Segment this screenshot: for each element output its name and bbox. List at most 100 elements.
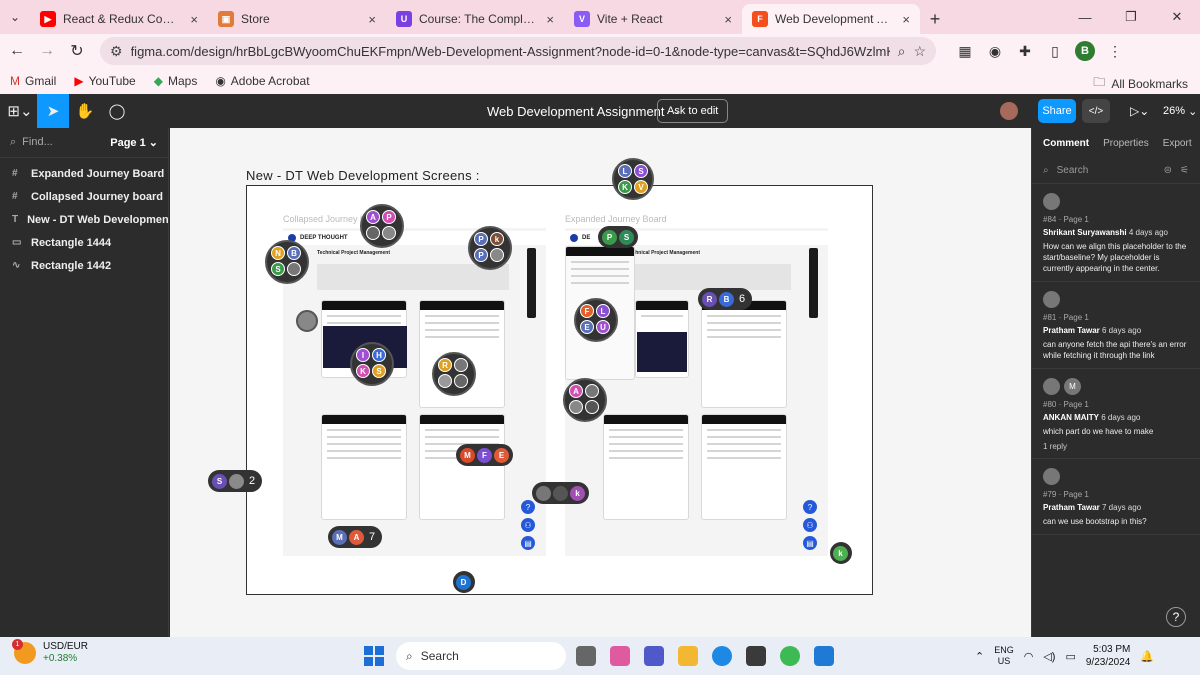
layer-item[interactable]: ∿ Rectangle 1442 [0, 254, 168, 277]
clock[interactable]: 5:03 PM 9/23/2024 [1086, 643, 1131, 669]
extension-icon-2[interactable]: ◉ [980, 36, 1010, 66]
wifi-icon[interactable]: ◠ [1024, 650, 1034, 663]
minimize-icon[interactable]: — [1062, 0, 1108, 34]
comment-pill[interactable]: RB6 [698, 288, 753, 310]
tab-comment[interactable]: Comment [1043, 138, 1089, 149]
page-selector[interactable]: Page 1 ⌄ [110, 136, 158, 149]
menu-kebab-icon[interactable]: ⋮ [1100, 36, 1130, 66]
back-icon[interactable]: ← [2, 36, 32, 66]
comment-thread[interactable]: #79 · Page 1 Pratham Tawar 7 days ago can … [1032, 459, 1200, 535]
comment-tool-icon[interactable]: ◯ [101, 94, 133, 128]
comment-pin[interactable] [296, 310, 318, 332]
close-tab-icon[interactable]: × [724, 12, 732, 27]
comment-pin-single[interactable]: D [453, 571, 475, 593]
layer-item[interactable]: ▭ Rectangle 1444 [0, 231, 168, 254]
close-tab-icon[interactable]: × [368, 12, 376, 27]
ask-to-edit-button[interactable]: Ask to edit [657, 99, 729, 123]
layer-item[interactable]: # Expanded Journey Board [0, 162, 168, 185]
forward-icon[interactable]: → [32, 36, 62, 66]
comment-cluster[interactable]: NBS [265, 240, 309, 284]
language-indicator[interactable]: ENG US [994, 645, 1014, 667]
taskbar-search[interactable]: ⌕ Search [396, 642, 566, 670]
comment-cluster[interactable]: A [563, 378, 607, 422]
browser-tab[interactable]: V Vite + React × [564, 4, 742, 34]
comment-replies[interactable]: 1 reply [1043, 442, 1189, 451]
reload-icon[interactable]: ↻ [62, 36, 92, 66]
all-bookmarks-button[interactable]: 🗀 All Bookmarks [1093, 73, 1188, 94]
store-icon[interactable] [746, 646, 766, 666]
browser-tab[interactable]: ▣ Store × [208, 4, 386, 34]
bookmark-item[interactable]: ▶ YouTube [74, 74, 135, 88]
notifications-bell-icon[interactable]: 🔔 [1140, 650, 1154, 663]
close-window-icon[interactable]: ✕ [1154, 0, 1200, 34]
close-tab-icon[interactable]: × [546, 12, 554, 27]
frame-title[interactable]: New - DT Web Development Screens : [246, 168, 480, 183]
comment-pill[interactable]: PS [598, 226, 638, 248]
user-avatar[interactable] [1000, 102, 1018, 120]
new-tab-button[interactable]: + [920, 4, 950, 34]
main-menu-icon[interactable]: ⊞⌄ [4, 94, 36, 128]
comment-pill[interactable]: MFE [456, 444, 513, 466]
design-canvas[interactable]: New - DT Web Development Screens : Colla… [170, 128, 1031, 637]
battery-icon[interactable]: ▭ [1065, 650, 1075, 663]
find-layers-input[interactable]: ⌕ Find... [10, 136, 110, 149]
browser-tab[interactable]: ▶ React & Redux Complete × [30, 4, 208, 34]
currency-widget[interactable]: 1 USD/EUR +0.38% [12, 639, 88, 665]
extensions-puzzle-icon[interactable]: ✚ [1010, 36, 1040, 66]
tab-search-chevron-icon[interactable]: ⌄ [0, 0, 30, 34]
zoom-dropdown[interactable]: 26% ⌄ [1163, 94, 1197, 128]
bookmark-star-icon[interactable]: ☆ [913, 43, 926, 60]
comment-thread[interactable]: #81 · Page 1 Pratham Tawar 6 days ago can … [1032, 282, 1200, 369]
comment-pin-single[interactable]: k [830, 542, 852, 564]
task-view-icon[interactable] [576, 646, 596, 666]
layer-item[interactable]: # Collapsed Journey board [0, 185, 168, 208]
volume-icon[interactable]: ◁) [1043, 650, 1055, 663]
browser-tab[interactable]: F Web Development Assignment × [742, 4, 920, 34]
move-tool-icon[interactable]: ➤ [37, 94, 69, 128]
comment-cluster[interactable]: PkP [468, 226, 512, 270]
start-icon[interactable] [364, 646, 384, 666]
profile-button[interactable]: B [1070, 36, 1100, 66]
bookmark-item[interactable]: M Gmail [10, 74, 56, 88]
copilot-icon[interactable] [610, 646, 630, 666]
chrome-icon[interactable] [780, 646, 800, 666]
hand-tool-icon[interactable]: ✋ [69, 94, 101, 128]
bookmark-item[interactable]: ◉ Adobe Acrobat [215, 74, 309, 88]
filter-icon[interactable]: ⚟ [1180, 165, 1189, 176]
comment-cluster[interactable]: IHKS [350, 342, 394, 386]
comment-thread[interactable]: #84 · Page 1 Shrikant Suryawanshi 4 days … [1032, 184, 1200, 282]
teams-icon[interactable] [644, 646, 664, 666]
bookmark-item[interactable]: ◆ Maps [154, 74, 198, 88]
side-panel-icon[interactable]: ▯ [1040, 36, 1070, 66]
comment-cluster[interactable]: FLEU [574, 298, 618, 342]
tab-export[interactable]: Export [1163, 138, 1192, 149]
close-tab-icon[interactable]: × [902, 12, 910, 27]
collapsed-journey-board[interactable]: DEEP THOUGHT Technical Project Managemen… [283, 228, 546, 556]
tab-properties[interactable]: Properties [1103, 138, 1149, 149]
comment-search-input[interactable]: ⌕ Search ⊜ ⚟ [1032, 158, 1200, 184]
comment-pill[interactable]: k [532, 482, 589, 504]
close-tab-icon[interactable]: × [190, 12, 198, 27]
check-circle-icon[interactable]: ⊜ [1164, 165, 1172, 176]
zoom-icon[interactable]: ⌕ [898, 43, 906, 60]
file-explorer-icon[interactable] [678, 646, 698, 666]
share-button[interactable]: Share [1038, 99, 1076, 123]
comment-thread[interactable]: M #80 · Page 1 ANKAN MAITY 6 days ago which… [1032, 369, 1200, 459]
edge-icon[interactable] [712, 646, 732, 666]
comment-cluster[interactable]: R [432, 352, 476, 396]
help-icon[interactable]: ? [1166, 607, 1186, 627]
comment-cluster[interactable]: LSKV [612, 158, 654, 200]
address-bar[interactable]: ⚙ figma.com/design/hrBbLgcBWyoomChuEKFmp… [100, 37, 936, 65]
url-text[interactable]: figma.com/design/hrBbLgcBWyoomChuEKFmpn/… [131, 44, 890, 59]
comment-cluster[interactable]: AP [360, 204, 404, 248]
layer-item[interactable]: T New - DT Web Development Scree... [0, 208, 168, 231]
dev-mode-icon[interactable]: </> [1082, 99, 1110, 123]
file-title-dropdown[interactable]: Web Development Assignment ⌄ [487, 94, 680, 128]
chevron-up-icon[interactable]: ⌃ [975, 650, 984, 663]
site-settings-icon[interactable]: ⚙ [110, 43, 123, 60]
restore-icon[interactable]: ❐ [1108, 0, 1154, 34]
comment-pill[interactable]: S2 [208, 470, 263, 492]
present-icon[interactable]: ▷⌄ [1130, 94, 1149, 128]
vscode-icon[interactable] [814, 646, 834, 666]
extension-icon[interactable]: ▦ [950, 36, 980, 66]
